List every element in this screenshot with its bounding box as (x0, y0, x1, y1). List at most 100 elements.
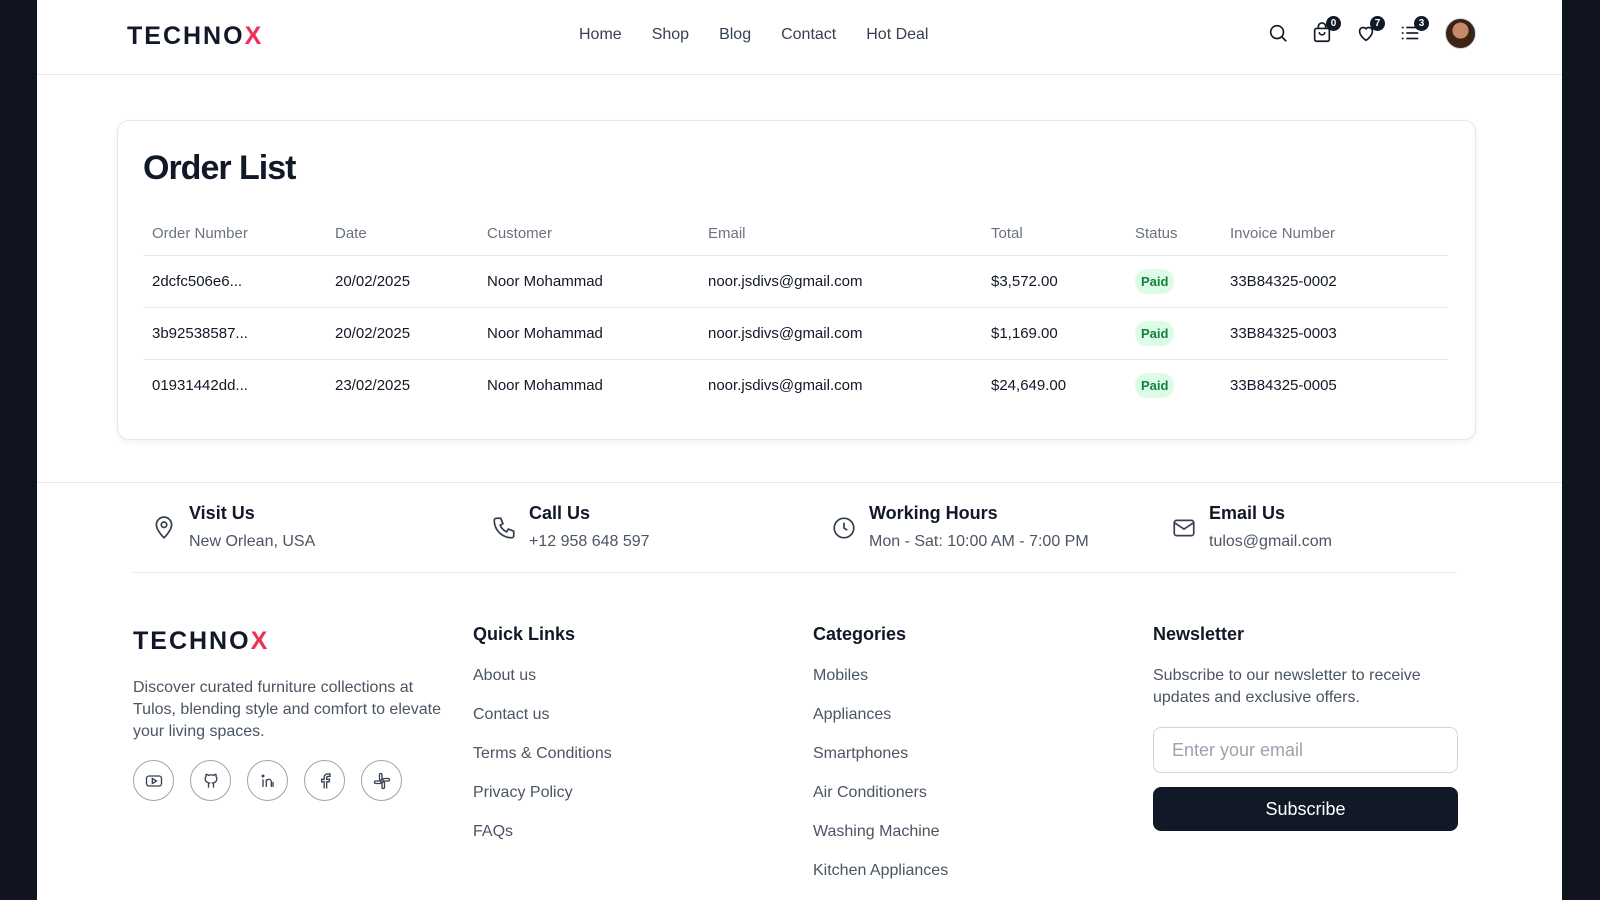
header-actions: 0 7 3 (1247, 15, 1476, 49)
youtube-link[interactable] (133, 760, 174, 801)
order-customer: Noor Mohammad (478, 255, 699, 308)
order-email: noor.jsdivs@gmail.com (708, 376, 863, 394)
contact-title: Working Hours (869, 503, 998, 523)
footer-link-terms[interactable]: Terms & Conditions (473, 745, 612, 784)
categories-title: Categories (813, 624, 907, 644)
mail-icon (1173, 519, 1195, 537)
order-number[interactable]: 3b92538587... (143, 307, 326, 360)
status-cell: Paid (1126, 359, 1221, 411)
footer-logo[interactable]: TECHNOX (133, 627, 269, 656)
invoice-number[interactable]: 33B84325-0002 (1221, 255, 1448, 308)
subscribe-button[interactable]: Subscribe (1153, 787, 1458, 831)
site-logo[interactable]: TECHNOX (127, 22, 263, 51)
wishlist-button[interactable]: 7 (1355, 15, 1385, 46)
invoice-number[interactable]: 33B84325-0005 (1221, 359, 1448, 411)
newsletter-column: Newsletter Subscribe to our newsletter t… (1153, 624, 1458, 831)
category-link-mobiles[interactable]: Mobiles (813, 667, 948, 706)
order-number[interactable]: 01931442dd... (143, 359, 326, 411)
order-email: noor.jsdivs@gmail.com (699, 255, 982, 308)
contact-title: Call Us (529, 503, 591, 523)
facebook-link[interactable] (304, 760, 345, 801)
category-link-washing-machine[interactable]: Washing Machine (813, 823, 948, 862)
nav-hot-deal[interactable]: Hot Deal (866, 26, 928, 44)
category-link-kitchen-appliances[interactable]: Kitchen Appliances (813, 862, 948, 900)
page-title: Order List (143, 149, 296, 187)
logo-text: TECHNO (127, 22, 245, 50)
footer-link-faqs[interactable]: FAQs (473, 823, 612, 862)
order-number[interactable]: 2dcfc506e6... (143, 255, 326, 308)
page: TECHNOX Home Shop Blog Contact Hot Deal … (37, 0, 1562, 900)
cart-count-badge: 0 (1326, 15, 1341, 31)
wishlist-count-badge: 7 (1370, 15, 1385, 31)
newsletter-description: Subscribe to our newsletter to receive u… (1153, 667, 1421, 706)
newsletter-email-input[interactable] (1153, 727, 1458, 773)
nav-contact[interactable]: Contact (781, 26, 836, 44)
newsletter-title: Newsletter (1153, 624, 1245, 644)
logo-accent: X (250, 627, 270, 655)
contact-title: Email Us (1209, 503, 1286, 523)
invoice-number[interactable]: 33B84325-0003 (1221, 307, 1448, 360)
contact-value: New Orlean, USA (189, 533, 316, 550)
table-row[interactable]: 3b92538587... 20/02/2025 Noor Mohammad n… (143, 307, 1448, 360)
status-cell: Paid (1126, 307, 1221, 360)
table-row[interactable]: 01931442dd... 23/02/2025 Noor Mohammad n… (143, 359, 1448, 411)
slack-icon (373, 772, 390, 789)
column-header: Date (326, 213, 478, 256)
table-header-row: Order Number Date Customer Email Total S… (143, 213, 1448, 256)
logo-accent: X (244, 22, 264, 50)
categories-column: Categories Mobiles Appliances Smartphone… (813, 624, 948, 900)
column-header: Invoice Number (1221, 213, 1448, 256)
status-badge: Paid (1135, 268, 1175, 294)
contact-inner: Visit Us New Orlean, USA Call Us +12 958… (133, 483, 1457, 573)
column-header: Customer (478, 213, 699, 256)
nav-blog[interactable]: Blog (719, 26, 751, 44)
phone-icon (493, 517, 515, 539)
contact-title: Visit Us (189, 503, 255, 523)
column-header: Total (982, 213, 1126, 256)
linkedin-link[interactable] (247, 760, 288, 801)
compare-count-badge: 3 (1414, 15, 1429, 31)
order-date: 20/02/2025 (326, 307, 478, 360)
order-total: $1,169.00 (982, 307, 1126, 360)
column-header: Status (1126, 213, 1221, 256)
user-avatar[interactable] (1445, 18, 1476, 49)
youtube-icon (145, 774, 162, 787)
search-icon[interactable] (1267, 22, 1291, 46)
footer-description: Discover curated furniture collections a… (133, 679, 442, 740)
cart-button[interactable]: 0 (1311, 15, 1341, 46)
contact-value[interactable]: tulos@gmail.com (1209, 533, 1332, 551)
order-email: noor.jsdivs@gmail.com (699, 307, 982, 360)
slack-link[interactable] (361, 760, 402, 801)
category-link-smartphones[interactable]: Smartphones (813, 745, 948, 784)
footer-link-about[interactable]: About us (473, 667, 612, 706)
order-customer: Noor Mohammad (478, 307, 699, 360)
quick-links-title: Quick Links (473, 624, 576, 644)
nav-shop[interactable]: Shop (652, 26, 689, 44)
contact-strip: Visit Us New Orlean, USA Call Us +12 958… (37, 482, 1562, 573)
order-list-card: Order List Order Number Date Customer Em… (117, 120, 1476, 440)
footer-link-contact[interactable]: Contact us (473, 706, 612, 745)
column-header: Order Number (143, 213, 326, 256)
order-customer: Noor Mohammad (487, 376, 603, 394)
category-link-air-conditioners[interactable]: Air Conditioners (813, 784, 948, 823)
status-badge: Paid (1135, 372, 1175, 398)
order-date: 23/02/2025 (335, 376, 411, 394)
table-row[interactable]: 2dcfc506e6... 20/02/2025 Noor Mohammad n… (143, 255, 1448, 308)
order-total: $24,649.00 (991, 376, 1067, 394)
quick-links-list: About us Contact us Terms & Conditions P… (473, 667, 612, 862)
column-header: Email (699, 213, 982, 256)
github-icon (203, 773, 218, 788)
quick-links-column: Quick Links About us Contact us Terms & … (473, 624, 612, 862)
github-link[interactable] (190, 760, 231, 801)
nav-home[interactable]: Home (579, 26, 622, 44)
categories-list: Mobiles Appliances Smartphones Air Condi… (813, 667, 948, 900)
compare-button[interactable]: 3 (1399, 15, 1429, 46)
orders-table: Order Number Date Customer Email Total S… (143, 213, 1448, 411)
footer-link-privacy[interactable]: Privacy Policy (473, 784, 612, 823)
status-cell: Paid (1126, 255, 1221, 308)
contact-value[interactable]: +12 958 648 597 (529, 533, 650, 551)
order-total: $3,572.00 (982, 255, 1126, 308)
category-link-appliances[interactable]: Appliances (813, 706, 948, 745)
site-header: TECHNOX Home Shop Blog Contact Hot Deal … (37, 0, 1562, 75)
linkedin-icon (261, 774, 274, 787)
